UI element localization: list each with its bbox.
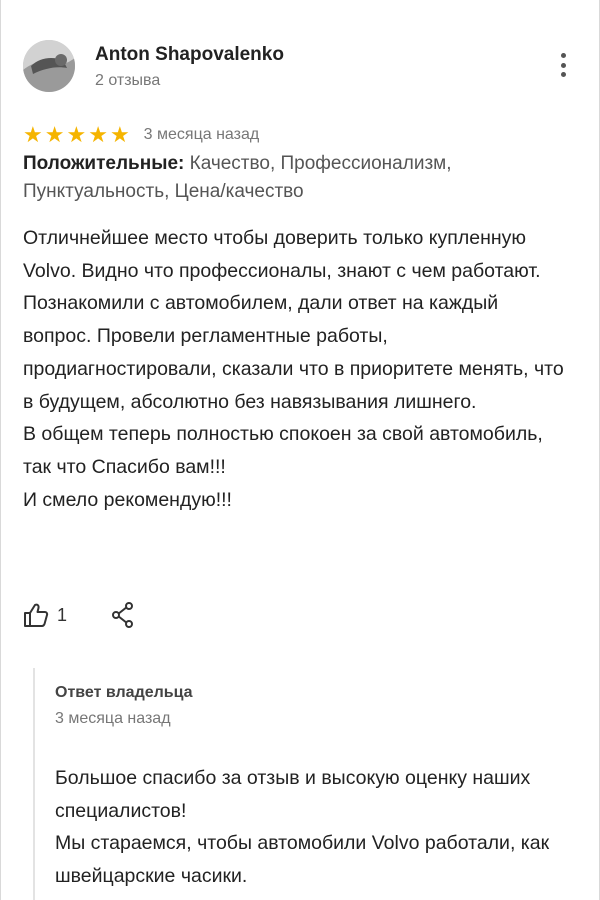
avatar[interactable] [23,40,75,92]
owner-reply-title: Ответ владельца [55,684,193,701]
review-actions: 1 [23,598,135,632]
star-icon: ★ [66,122,87,147]
star-icon: ★ [23,122,43,147]
like-count: 1 [57,604,68,625]
star-icon: ★ [88,122,108,147]
owner-reply: Ответ владельца 3 месяца назад Большое с… [33,668,571,900]
review-card: Anton Shapovalenko 2 отзыва ★ ★ ★ ★ ★ 3 … [0,0,600,900]
avatar-photo [23,40,75,92]
review-text: Отличнейшее место чтобы доверить только … [23,227,564,511]
star-icon: ★ [44,122,65,147]
like-button[interactable]: 1 [23,602,67,628]
positive-aspects: Положительные: Качество, Профессионализм… [23,150,568,206]
review-date: 3 месяца назад [143,126,260,143]
owner-reply-date: 3 месяца назад [55,710,171,727]
owner-reply-text: Большое спасибо за отзыв и высокую оценк… [55,767,550,887]
review-header: Anton Shapovalenko 2 отзыва [23,40,579,96]
author-review-count: 2 отзыва [95,72,161,89]
star-rating: ★ ★ ★ ★ ★ [23,124,130,146]
star-icon: ★ [109,122,130,147]
more-options-button[interactable] [553,50,573,80]
rating-row: ★ ★ ★ ★ ★ 3 месяца назад [23,122,259,148]
positive-aspects-label: Положительные: [23,153,185,174]
thumbs-up-icon [24,603,49,627]
share-icon [112,602,134,628]
author-name[interactable]: Anton Shapovalenko [95,44,284,66]
share-button[interactable] [111,602,135,628]
more-vertical-icon [560,53,566,58]
